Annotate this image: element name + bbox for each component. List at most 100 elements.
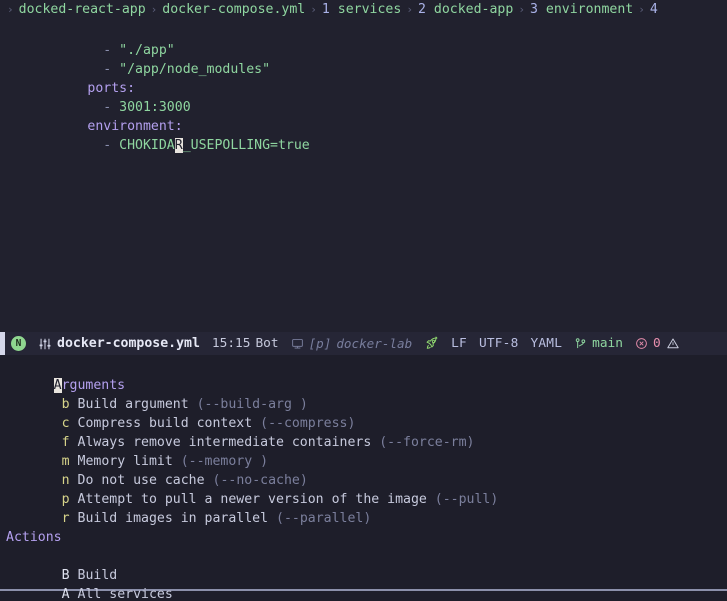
caret-position-label: 15:15 — [212, 334, 251, 353]
code-token-pre-cursor: CHOKIDA — [119, 138, 175, 153]
breadcrumb-item-project[interactable]: docked-react-app — [19, 0, 146, 19]
rocket-icon — [424, 336, 439, 351]
breadcrumb-item-file[interactable]: docker-compose.yml — [162, 0, 305, 19]
option-key: n — [62, 473, 70, 488]
option-label: Attempt to pull a newer version of the i… — [78, 492, 427, 507]
breadcrumb-index: 4 — [650, 0, 660, 19]
status-bar: N docker-compose.yml — [0, 332, 727, 355]
text-cursor: R — [175, 138, 183, 153]
indent — [56, 119, 88, 134]
code-token: environment: — [87, 119, 182, 134]
code-token: ports: — [87, 81, 135, 96]
indent — [56, 100, 104, 115]
breadcrumb-separator: › — [401, 0, 418, 19]
breadcrumb-separator: › — [513, 0, 530, 19]
action-label: Build — [78, 568, 118, 583]
panel-action-row[interactable]: B Build — [0, 547, 727, 566]
breadcrumb-label: services — [332, 0, 402, 19]
node-icon: N — [11, 336, 26, 351]
option-flag: (--memory ) — [181, 454, 268, 469]
option-label: Build argument — [78, 397, 189, 412]
breadcrumb-item-last[interactable]: 4 — [650, 0, 660, 19]
breadcrumb-index: 1 — [322, 0, 332, 19]
panel-title-cursor: A — [54, 378, 62, 393]
action-key: B — [62, 568, 70, 583]
vscode-window: › docked-react-app › docker-compose.yml … — [0, 0, 727, 601]
breadcrumb-label: docked-app — [428, 0, 513, 19]
breadcrumb-lead-separator: › — [2, 0, 19, 19]
encoding-label: UTF-8 — [479, 334, 519, 353]
option-key: f — [62, 435, 70, 450]
option-flag: (--build-arg ) — [197, 397, 308, 412]
status-git-branch[interactable]: main — [568, 332, 629, 355]
panel-section-title-actions: Actions — [0, 528, 727, 547]
status-encoding[interactable]: UTF-8 — [473, 332, 525, 355]
option-flag: (--compress) — [260, 416, 355, 431]
breadcrumb-item-environment[interactable]: 3 environment — [530, 0, 633, 19]
terminal-icon — [291, 337, 304, 350]
indent — [56, 43, 104, 58]
option-key: c — [62, 416, 70, 431]
option-label: Memory limit — [78, 454, 173, 469]
list-dash: - — [103, 138, 119, 153]
breadcrumb-index: 2 — [418, 0, 428, 19]
list-dash: - — [103, 100, 119, 115]
option-key: p — [62, 492, 70, 507]
git-branch-icon — [574, 337, 587, 351]
status-file-name: docker-compose.yml — [57, 334, 200, 353]
option-key: b — [62, 397, 70, 412]
breadcrumb-item-services[interactable]: 1 services — [322, 0, 401, 19]
option-label: Always remove intermediate containers — [78, 435, 372, 450]
session-tag: [p] — [309, 334, 332, 353]
code-token-post-cursor: _USEPOLLING=true — [183, 138, 310, 153]
code-token: "./app" — [119, 43, 175, 58]
line-ending-mode-label: Bot — [255, 334, 278, 353]
option-label: Build images in parallel — [78, 511, 269, 526]
option-flag: (--parallel) — [276, 511, 371, 526]
indent — [56, 81, 88, 96]
option-flag: (--no-cache) — [213, 473, 308, 488]
list-dash: - — [103, 43, 119, 58]
status-line-ending[interactable]: LF — [445, 332, 473, 355]
option-label: Do not use cache — [78, 473, 205, 488]
warning-triangle-icon — [666, 337, 680, 350]
breadcrumb-index: 3 — [530, 0, 540, 19]
option-label: Compress build context — [78, 416, 253, 431]
line-ending-label: LF — [451, 334, 467, 353]
breadcrumb-separator: › — [305, 0, 322, 19]
status-problems[interactable]: 0 — [629, 332, 686, 355]
status-terminal-session[interactable]: [p] docker-lab — [285, 332, 419, 355]
docker-build-options-panel: Arguments b Build argument (--build-arg … — [0, 355, 727, 601]
code-token: "/app/node_modules" — [119, 62, 270, 77]
code-token: 3001:3000 — [119, 100, 190, 115]
breadcrumb-separator: › — [146, 0, 163, 19]
list-dash: - — [103, 62, 119, 77]
option-flag: (--pull) — [435, 492, 499, 507]
code-line[interactable]: - "./app" — [0, 22, 727, 41]
breadcrumb: › docked-react-app › docker-compose.yml … — [0, 0, 727, 19]
action-key: A — [62, 587, 70, 601]
status-caret-position[interactable]: 15:15 Bot — [206, 332, 285, 355]
panel-title-rest: rguments — [62, 378, 126, 393]
panel-section-title-arguments: Arguments — [0, 357, 727, 376]
file-type-label: YAML — [531, 334, 563, 353]
breadcrumb-item-docked-app[interactable]: 2 docked-app — [418, 0, 513, 19]
session-name: docker-lab — [336, 334, 412, 353]
git-branch-label: main — [592, 334, 623, 353]
option-flag: (--force-rm) — [379, 435, 474, 450]
option-key: r — [62, 511, 70, 526]
indent — [56, 62, 104, 77]
error-circle-x-icon — [635, 337, 648, 350]
breadcrumb-label: environment — [540, 0, 633, 19]
status-language-mode[interactable]: YAML — [525, 332, 569, 355]
action-label: All services — [78, 587, 173, 601]
breadcrumb-separator: › — [633, 0, 650, 19]
option-key: m — [62, 454, 70, 469]
indent — [56, 138, 104, 153]
status-node-badge[interactable]: N — [5, 332, 32, 355]
status-rocket[interactable] — [418, 332, 445, 355]
status-file[interactable]: docker-compose.yml — [32, 332, 206, 355]
error-count-label: 0 — [653, 334, 661, 353]
code-editor[interactable]: - "./app" - "/app/node_modules" ports: -… — [0, 19, 727, 332]
sliders-icon — [38, 337, 52, 351]
